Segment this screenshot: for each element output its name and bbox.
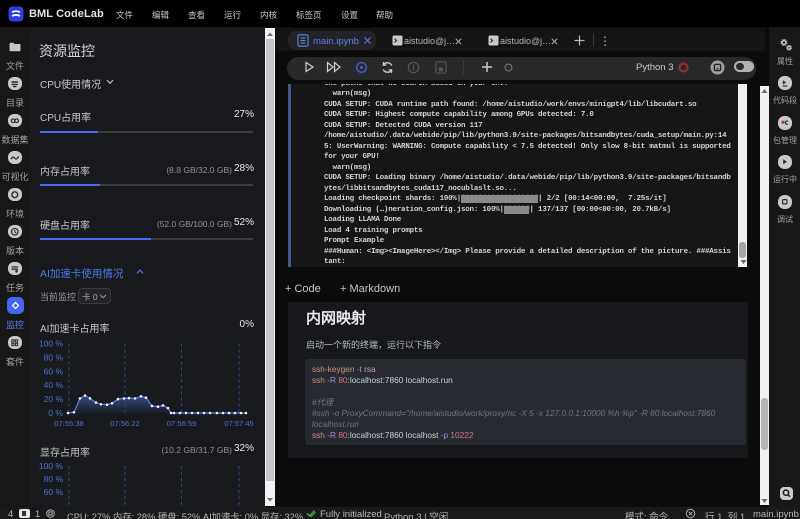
svg-text:07:55:38: 07:55:38 [54, 419, 84, 428]
svg-text:07:57:45: 07:57:45 [224, 419, 254, 428]
svg-text:60 %: 60 % [44, 487, 64, 497]
svg-text:07:56:22: 07:56:22 [110, 419, 140, 428]
svg-text:20 %: 20 % [44, 394, 64, 404]
svg-text:40 %: 40 % [44, 380, 64, 390]
svg-text:60 %: 60 % [44, 366, 64, 376]
svg-text:100 %: 100 % [39, 339, 64, 349]
svg-text:100 %: 100 % [39, 461, 64, 471]
svg-text:0 %: 0 % [48, 408, 63, 418]
svg-text:07:56:59: 07:56:59 [167, 419, 197, 428]
svg-text:80 %: 80 % [44, 474, 64, 484]
svg-text:80 %: 80 % [44, 352, 64, 362]
